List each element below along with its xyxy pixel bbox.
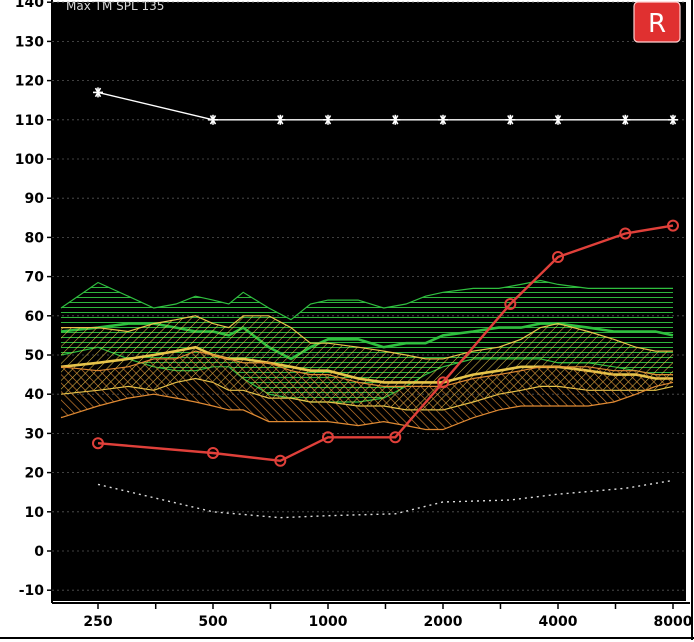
right-ear-badge-text: R: [648, 9, 666, 39]
y-tick-label: 0: [34, 544, 44, 560]
max-tm-spl-label: Max TM SPL 135: [66, 0, 164, 13]
y-tick-label: 140: [15, 0, 44, 11]
y-tick-label: 60: [25, 309, 45, 325]
audiogram-chart: -10 0 10 20 30 40 50 60 70 80 90 100 110 120 130 140 250…: [0, 0, 694, 642]
y-tick-label: 10: [25, 505, 45, 521]
audiogram-svg: -10 0 10 20 30 40 50 60 70 80 90 100 110 120 130 140 250…: [0, 0, 694, 640]
x-tick-label-4000: 4000: [539, 614, 578, 630]
y-tick-label: 90: [25, 191, 45, 207]
y-tick-label: 130: [15, 34, 44, 50]
x-tick-label-8000: 8000: [654, 614, 693, 630]
y-tick-label: -10: [19, 583, 45, 599]
y-tick-label: 30: [25, 426, 45, 442]
y-tick-label: 80: [25, 230, 45, 246]
y-tick-label: 110: [15, 113, 44, 129]
x-tick-label-250: 250: [83, 614, 112, 630]
x-tick-label-2000: 2000: [424, 614, 463, 630]
right-ear-badge: R: [633, 1, 681, 43]
x-tick-label-1000: 1000: [309, 614, 348, 630]
x-tick-label-500: 500: [198, 614, 227, 630]
y-tick-label: 70: [25, 270, 45, 286]
y-tick-label: 50: [25, 348, 45, 364]
y-tick-label: 120: [15, 74, 44, 90]
y-tick-label: 20: [25, 466, 45, 482]
y-tick-label: 40: [25, 387, 45, 403]
y-tick-label: 100: [15, 152, 44, 168]
